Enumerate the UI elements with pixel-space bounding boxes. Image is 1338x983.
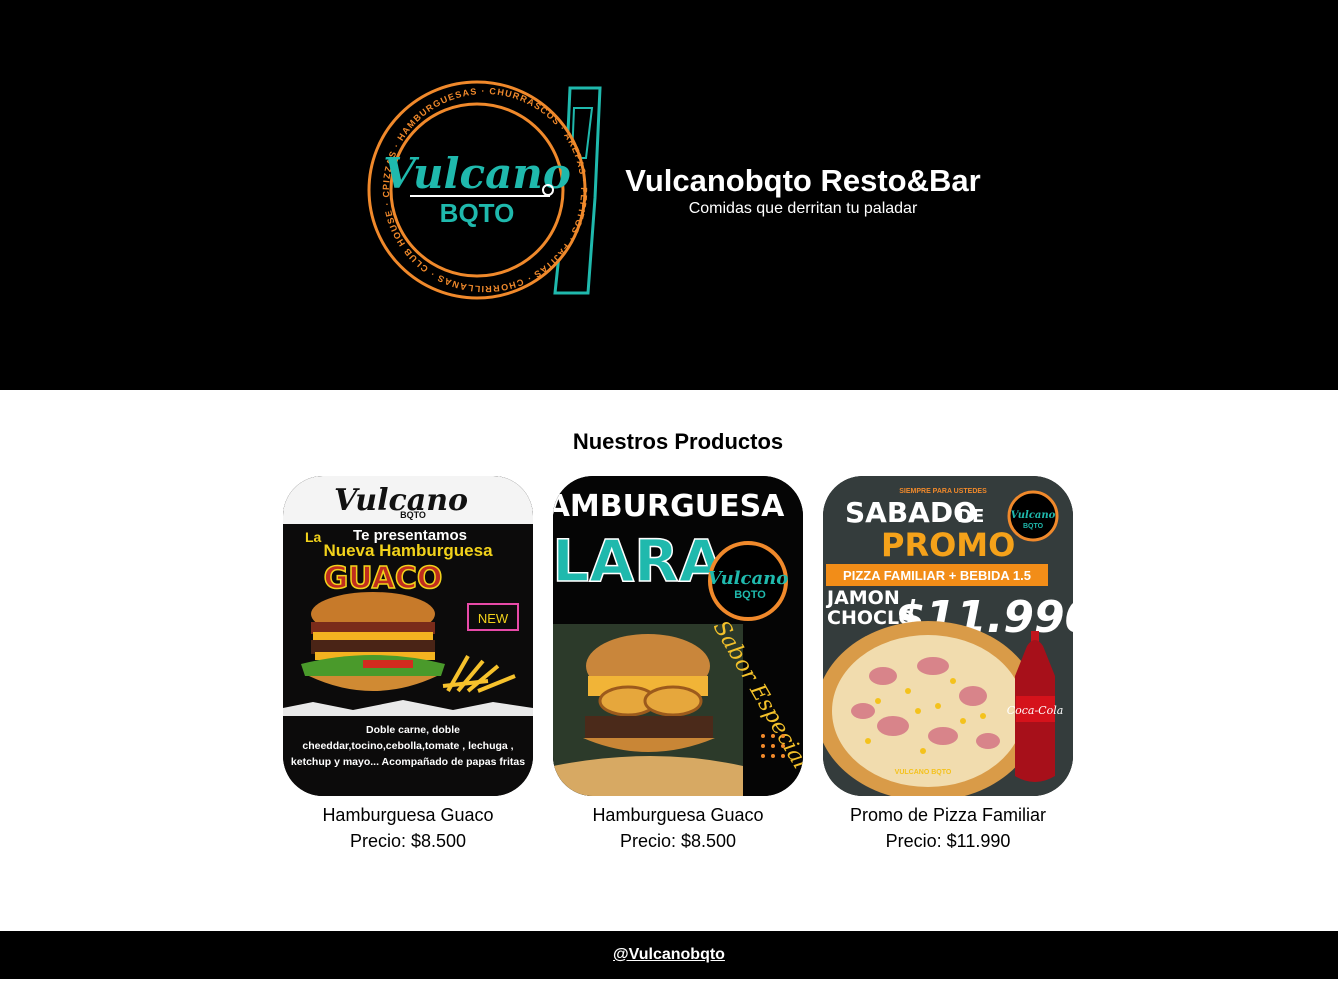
svg-text:Coca-Cola: Coca-Cola (1007, 704, 1064, 717)
product-image[interactable]: HAMBURGUESA LARA Vulcano BQTO Sabor Espe… (553, 476, 803, 796)
brand-logo: PIZZAS · HAMBURGUESAS · CHURRASCOS · ARE… (360, 78, 610, 303)
svg-text:BQTO: BQTO (440, 198, 515, 228)
product-price: Precio: $11.990 (885, 831, 1011, 851)
svg-text:Vulcano: Vulcano (1011, 510, 1056, 521)
pizza-promo-poster: SIEMPRE PARA USTEDES SABADO DE PROMO Vul… (823, 476, 1073, 796)
svg-text:Vulcano: Vulcano (708, 568, 788, 589)
product-card[interactable]: SIEMPRE PARA USTEDES SABADO DE PROMO Vul… (823, 476, 1073, 852)
site-tagline: Comidas que derritan tu paladar (688, 200, 918, 217)
guaco-burger-poster: Vulcano BQTO Te presentamos La Nueva Ham… (283, 476, 533, 796)
product-card[interactable]: HAMBURGUESA LARA Vulcano BQTO Sabor Espe… (553, 476, 803, 852)
product-name: Hamburguesa Guaco (592, 805, 764, 825)
svg-text:NEW: NEW (478, 611, 509, 626)
svg-text:PIZZA FAMILIAR + BEBIDA 1.5: PIZZA FAMILIAR + BEBIDA 1.5 (843, 568, 1031, 583)
product-card[interactable]: Vulcano BQTO Te presentamos La Nueva Ham… (283, 476, 533, 852)
products-heading: Nuestros Productos (572, 429, 784, 454)
product-image[interactable]: SIEMPRE PARA USTEDES SABADO DE PROMO Vul… (823, 476, 1073, 796)
svg-text:HAMBURGUESA: HAMBURGUESA (553, 489, 785, 524)
brand-block: Vulcanobqto Resto&Bar Comidas que derrit… (603, 163, 1003, 218)
svg-text:Doble carne, doble: Doble carne, doble (366, 724, 460, 736)
svg-text:VULCANO BQTO: VULCANO BQTO (895, 769, 952, 776)
lara-burger-poster: HAMBURGUESA LARA Vulcano BQTO Sabor Espe… (553, 476, 803, 796)
svg-text:GUACO: GUACO (324, 561, 443, 596)
product-price: Precio: $8.500 (349, 831, 467, 851)
site-footer: @Vulcanobqto (0, 931, 1338, 979)
svg-text:LARA: LARA (553, 527, 724, 595)
instagram-handle-link[interactable]: @Vulcanobqto (613, 946, 725, 963)
product-name: Promo de Pizza Familiar (849, 805, 1047, 825)
logo-emblem: PIZZAS · HAMBURGUESAS · CHURRASCOS · ARE… (360, 78, 602, 300)
svg-text:ketchup y mayo... Acompañado d: ketchup y mayo... Acompañado de papas fr… (291, 756, 525, 768)
svg-text:BQTO: BQTO (1023, 523, 1044, 530)
product-image[interactable]: Vulcano BQTO Te presentamos La Nueva Ham… (283, 476, 533, 796)
svg-text:JAMON: JAMON (825, 587, 900, 609)
svg-text:SIEMPRE PARA USTEDES: SIEMPRE PARA USTEDES (899, 488, 987, 495)
site-header: PIZZAS · HAMBURGUESAS · CHURRASCOS · ARE… (0, 0, 1338, 390)
svg-text:Nueva Hamburguesa: Nueva Hamburguesa (323, 541, 493, 560)
product-price: Precio: $8.500 (619, 831, 737, 851)
svg-text:cheeddar,tocino,cebolla,tomate: cheeddar,tocino,cebolla,tomate , lechuga… (302, 740, 513, 752)
svg-text:BQTO: BQTO (400, 510, 426, 520)
product-name: Hamburguesa Guaco (322, 805, 494, 825)
svg-text:DE: DE (957, 506, 984, 527)
svg-text:La: La (305, 529, 322, 545)
svg-text:PROMO: PROMO (881, 526, 1015, 564)
site-title: Vulcanobqto Resto&Bar (625, 163, 981, 198)
svg-text:BQTO: BQTO (734, 589, 766, 601)
